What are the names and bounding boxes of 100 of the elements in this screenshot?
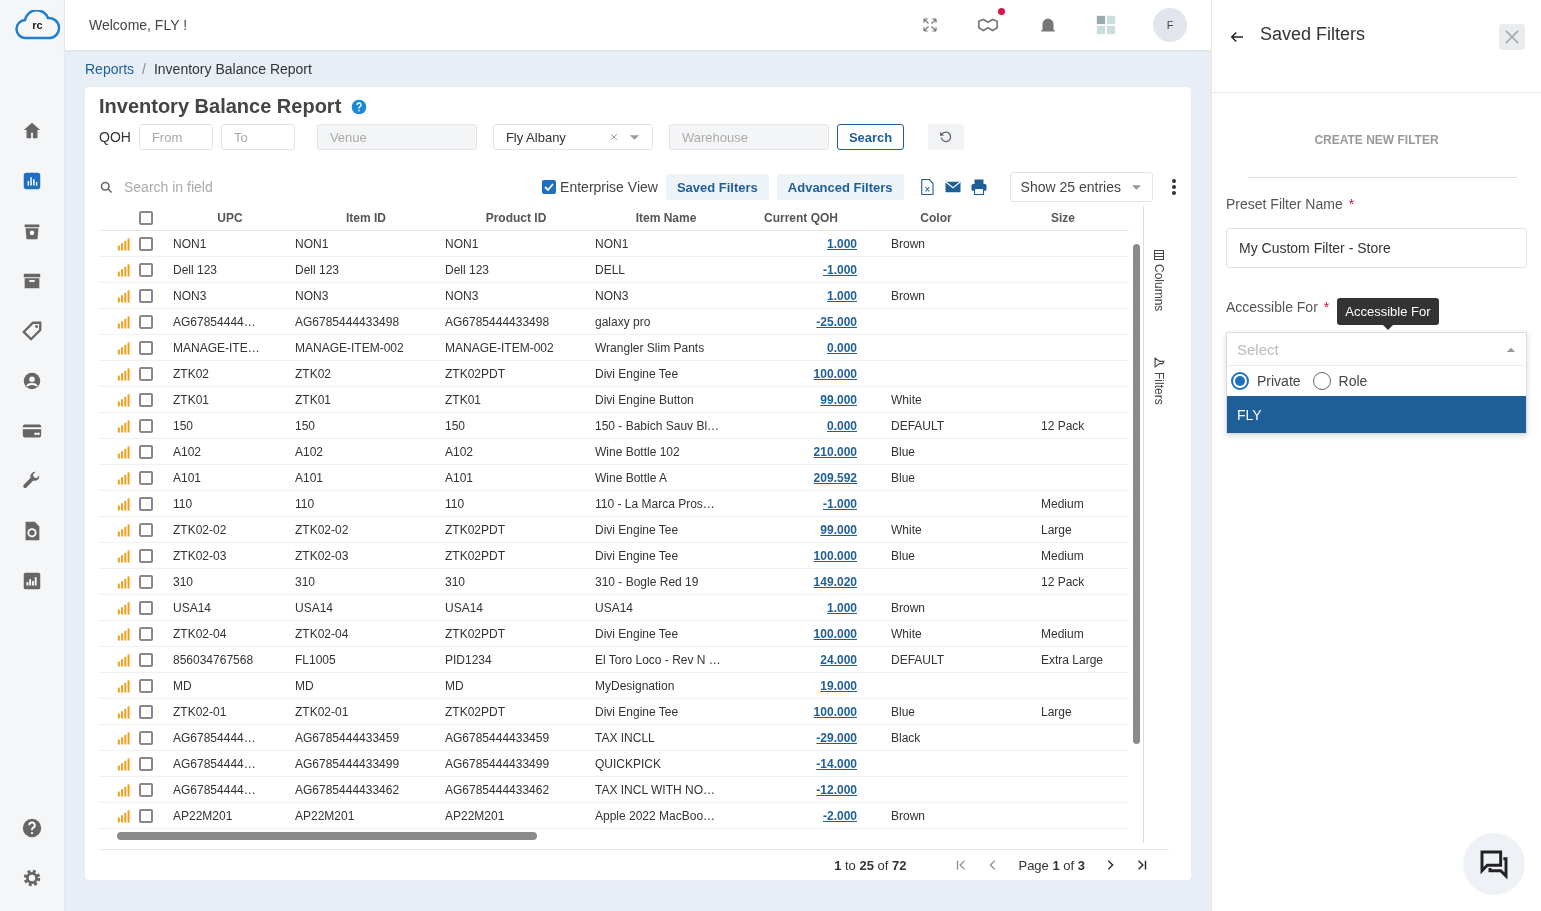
close-button[interactable] xyxy=(1499,24,1525,50)
grid-icon[interactable] xyxy=(1095,14,1117,36)
row-checkbox[interactable] xyxy=(139,756,153,771)
chat-bubbles-icon[interactable] xyxy=(1478,848,1510,880)
row-checkbox[interactable] xyxy=(139,782,153,797)
breadcrumb-link[interactable]: Reports xyxy=(85,60,135,77)
row-checkbox[interactable] xyxy=(139,262,153,277)
qoh-link[interactable]: -14.000 xyxy=(816,756,857,771)
qoh-link[interactable]: 99.000 xyxy=(820,392,857,407)
to-field[interactable]: To xyxy=(220,124,295,150)
row-checkbox[interactable] xyxy=(139,574,153,589)
row-checkbox[interactable] xyxy=(139,808,153,823)
user-avatar[interactable]: F xyxy=(1153,8,1187,42)
qoh-link[interactable]: -2.000 xyxy=(822,808,857,823)
side-tab[interactable]: Columns xyxy=(1152,250,1166,312)
qoh-link[interactable]: 209.592 xyxy=(813,470,857,485)
toolbar-button[interactable]: Advanced Filters xyxy=(776,174,904,200)
person-circle-icon[interactable] xyxy=(21,370,43,392)
qoh-link[interactable]: -25.000 xyxy=(816,314,857,329)
qoh-link[interactable]: 24.000 xyxy=(820,652,857,667)
row-checkbox[interactable] xyxy=(139,600,153,615)
row-checkbox[interactable] xyxy=(139,340,153,355)
column-header[interactable]: Color xyxy=(920,211,952,225)
dropdown-option[interactable]: FLY xyxy=(1227,396,1526,433)
close-icon[interactable] xyxy=(1505,30,1519,44)
qoh-link[interactable]: 100.000 xyxy=(813,626,857,641)
toolbar-button[interactable]: Saved Filters xyxy=(665,174,769,200)
preset-name-field[interactable]: My Custom Filter - Store xyxy=(1226,228,1527,268)
print-icon[interactable] xyxy=(969,178,988,196)
qoh-link[interactable]: -1.000 xyxy=(822,496,857,511)
signal-bars-icon xyxy=(116,522,130,537)
qoh-link[interactable]: 1.000 xyxy=(826,600,857,615)
column-header[interactable]: Item ID xyxy=(346,211,386,225)
more-options-icon[interactable] xyxy=(1171,178,1177,196)
row-checkbox[interactable] xyxy=(139,730,153,745)
side-tab[interactable]: Filters xyxy=(1152,357,1166,406)
table-cell: TAX INCL WITH NO… xyxy=(595,782,715,797)
table-cell: MANAGE-ITEM-002 xyxy=(295,340,404,355)
qoh-link[interactable]: 149.020 xyxy=(813,574,857,589)
caret-icon[interactable] xyxy=(1506,345,1516,353)
from-field[interactable]: From xyxy=(138,124,213,150)
row-checkbox[interactable] xyxy=(139,496,153,511)
row-checkbox[interactable] xyxy=(139,470,153,485)
warehouse-field[interactable]: Warehouse xyxy=(668,124,829,150)
radio-option[interactable]: Private xyxy=(1231,372,1301,390)
store-select[interactable]: Fly Albany xyxy=(492,124,653,150)
qoh-link[interactable]: 1.000 xyxy=(826,236,857,251)
qoh-link[interactable]: 100.000 xyxy=(813,704,857,719)
help-icon[interactable] xyxy=(21,817,43,839)
row-checkbox[interactable] xyxy=(139,652,153,667)
qoh-link[interactable]: 100.000 xyxy=(813,366,857,381)
row-checkbox[interactable] xyxy=(139,288,153,303)
radio-option[interactable]: Role xyxy=(1312,372,1368,390)
table-cell: PID1234 xyxy=(445,652,492,667)
qoh-link[interactable]: 0.000 xyxy=(826,340,857,355)
signal-bars-icon xyxy=(116,262,130,277)
last-page-icon[interactable] xyxy=(1135,858,1149,872)
fullscreen-icon[interactable] xyxy=(921,16,939,34)
row-checkbox[interactable] xyxy=(139,418,153,433)
reset-button[interactable] xyxy=(928,124,965,150)
column-header[interactable]: Current QOH xyxy=(764,211,838,225)
chart-document-icon[interactable] xyxy=(21,570,43,592)
qoh-link[interactable]: 210.000 xyxy=(813,444,857,459)
row-checkbox[interactable] xyxy=(139,626,153,641)
venue-field[interactable]: Venue xyxy=(316,124,477,150)
help-icon[interactable] xyxy=(351,98,368,115)
qoh-link[interactable]: -12.000 xyxy=(816,782,857,797)
qoh-link[interactable]: 100.000 xyxy=(813,548,857,563)
row-checkbox[interactable] xyxy=(139,236,153,251)
enterprise-view-checkbox[interactable] xyxy=(542,180,557,194)
tag-icon[interactable] xyxy=(21,320,43,342)
clear-icon[interactable] xyxy=(608,132,619,142)
search-icon[interactable] xyxy=(99,179,114,195)
column-header[interactable]: Product ID xyxy=(485,211,547,225)
cloud-logo[interactable] xyxy=(13,10,62,40)
qoh-link[interactable]: 99.000 xyxy=(820,522,857,537)
search-button[interactable]: Search xyxy=(836,124,905,150)
row-checkbox[interactable] xyxy=(139,392,153,407)
settings-icon[interactable] xyxy=(21,867,43,889)
row-checkbox[interactable] xyxy=(139,366,153,381)
row-checkbox[interactable] xyxy=(139,444,153,459)
caret-icon[interactable] xyxy=(1131,183,1142,191)
table-cell: Brown xyxy=(891,288,925,303)
qoh-link[interactable]: 0.000 xyxy=(826,418,857,433)
qoh-link[interactable]: 1.000 xyxy=(826,288,857,303)
select-all-checkbox[interactable] xyxy=(139,211,153,225)
row-checkbox[interactable] xyxy=(139,314,153,329)
column-header[interactable]: Item Name xyxy=(635,211,697,225)
row-checkbox[interactable] xyxy=(139,522,153,537)
qoh-link[interactable]: -1.000 xyxy=(822,262,857,277)
bar-chart-icon[interactable] xyxy=(21,170,43,192)
qoh-link[interactable]: -29.000 xyxy=(816,730,857,745)
column-header[interactable]: UPC xyxy=(217,211,243,225)
column-header[interactable]: Size xyxy=(1051,211,1075,225)
row-checkbox[interactable] xyxy=(139,704,153,719)
row-checkbox[interactable] xyxy=(139,678,153,693)
caret-icon[interactable] xyxy=(628,133,640,141)
row-checkbox[interactable] xyxy=(139,548,153,563)
qoh-link[interactable]: 19.000 xyxy=(820,678,857,693)
page-size-select[interactable]: Show 25 entries xyxy=(1009,172,1153,202)
